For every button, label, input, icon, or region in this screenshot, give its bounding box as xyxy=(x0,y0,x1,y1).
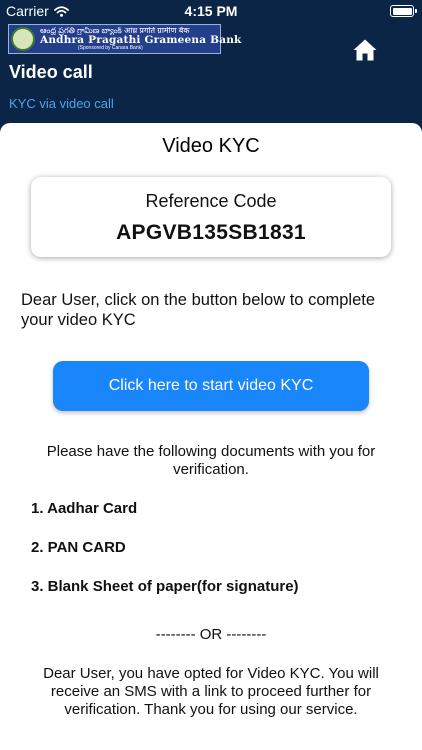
status-bar: Carrier 4:15 PM xyxy=(0,0,422,22)
battery-level xyxy=(392,7,412,15)
page-title: Video call xyxy=(9,62,93,82)
bank-seal-icon xyxy=(11,27,35,51)
start-video-kyc-button[interactable]: Click here to start video KYC xyxy=(53,361,369,411)
video-kyc-screen: Carrier 4:15 PM ఆంధ్ర ప్రగతి గ్రామీణ బ్య… xyxy=(0,0,422,750)
intro-text: Dear User, click on the button below to … xyxy=(21,291,376,329)
home-icon[interactable] xyxy=(352,38,378,62)
document-item-pan: 2. PAN CARD xyxy=(31,539,126,556)
kyc-content-sheet: Video KYC Reference Code APGVB135SB1831 … xyxy=(0,123,422,750)
document-item-aadhar: 1. Aadhar Card xyxy=(31,500,138,517)
bank-logo-sponsor: (Sponsored by Canara Bank) xyxy=(78,44,143,51)
reference-code-value: APGVB135SB1831 xyxy=(116,221,306,244)
footer-note: Dear User, you have opted for Video KYC.… xyxy=(43,665,379,718)
documents-list: 1. Aadhar Card 2. PAN CARD 3. Blank Shee… xyxy=(31,500,299,617)
page-subtitle: KYC via video call xyxy=(9,96,114,111)
status-time: 4:15 PM xyxy=(184,3,238,19)
reference-code-label: Reference Code xyxy=(145,191,277,211)
or-divider: -------- OR -------- xyxy=(155,626,267,643)
section-title: Video KYC xyxy=(162,135,260,157)
reference-code-card: Reference Code APGVB135SB1831 xyxy=(31,177,391,257)
document-item-blank-sheet: 3. Blank Sheet of paper(for signature) xyxy=(31,578,299,595)
documents-note: Please have the following documents with… xyxy=(46,443,376,478)
battery-icon xyxy=(390,5,417,17)
bank-logo-text: ఆంధ్ర ప్రగతి గ్రామీణ బ్యాంక్ आंध्र प्रगत… xyxy=(40,27,242,51)
bank-logo: ఆంధ్ర ప్రగతి గ్రామీణ బ్యాంక్ आंध्र प्रगत… xyxy=(8,24,241,54)
